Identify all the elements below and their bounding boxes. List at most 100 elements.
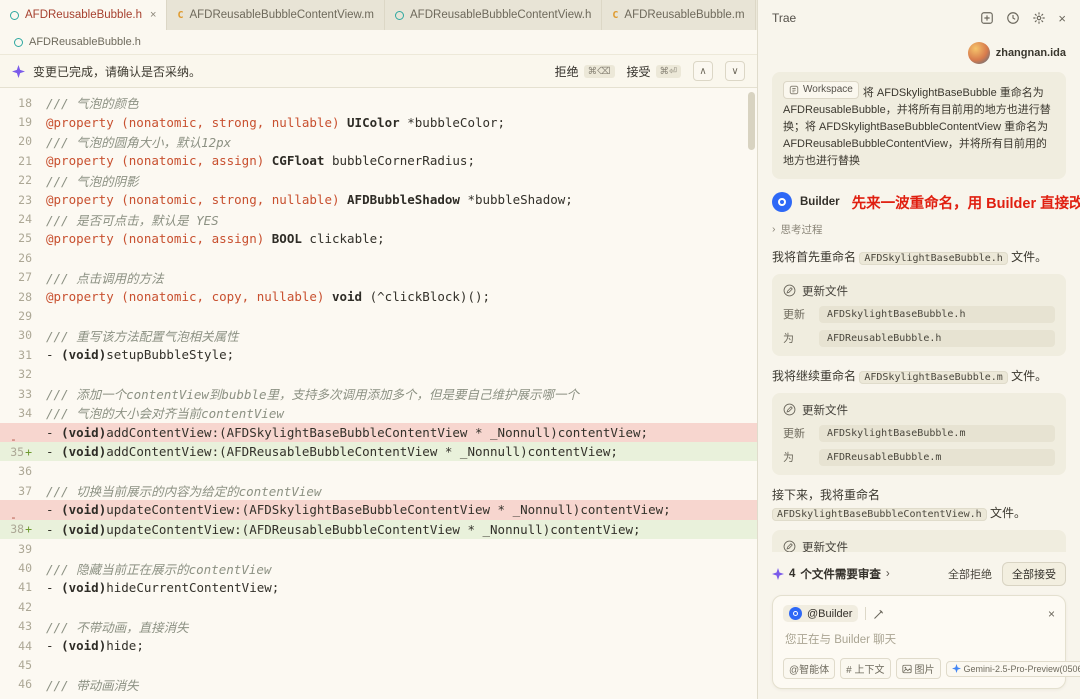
code-line: 36 <box>0 461 757 480</box>
code-text: /// 不带动画，直接消失 <box>46 619 189 635</box>
diffbar-actions: 拒绝 ⌘⌫ 接受 ⌘⏎ ∧ ∨ <box>555 61 745 81</box>
reject-label: 拒绝 <box>554 64 579 79</box>
edit-pencil-icon <box>783 404 796 416</box>
code-line: 21 @property (nonatomic, assign) CGFloat … <box>0 151 757 170</box>
line-number: 38+ <box>10 522 32 537</box>
model-selector[interactable]: Gemini-2.5-Pro-Preview(0506) <box>945 660 1080 677</box>
accept-button[interactable]: 接受 ⌘⏎ <box>627 63 681 80</box>
close-icon[interactable]: × <box>150 9 156 21</box>
code-text: /// 重写该方法配置气泡相关属性 <box>46 328 239 344</box>
reject-button[interactable]: 拒绝 ⌘⌫ <box>555 63 615 80</box>
agent-mention-chip[interactable]: @智能体 <box>783 658 836 679</box>
code-text: - (void)addContentView:(AFDReusableBubbl… <box>46 444 618 460</box>
new-chat-icon[interactable] <box>980 11 994 25</box>
tab-afdreusablebubble-h[interactable]: AFDReusableBubble.h × <box>0 0 168 30</box>
code-line: 31 - (void)setupBubbleStyle; <box>0 345 757 364</box>
assistant-identity-row: Builder 先来一波重命名，用 Builder 直接改 <box>772 192 1080 213</box>
close-icon[interactable]: × <box>1048 607 1055 621</box>
tab-afdreusablebubblecontentview-m[interactable]: C AFDReusableBubbleContentView.m <box>167 0 386 30</box>
breadcrumb-file: AFDReusableBubble.h <box>29 36 141 48</box>
image-chip[interactable]: 图片 <box>895 658 941 679</box>
code-line: 19 @property (nonatomic, strong, nullable… <box>0 112 757 131</box>
code-line: 26 <box>0 248 757 267</box>
update-row: 更新 AFDSkylightBaseBubble.m <box>783 424 1055 442</box>
chat-composer[interactable]: @Builder × 您正在与 Builder 聊天 @智能体 # 上下文 图片… <box>772 595 1080 689</box>
tab-label: AFDReusableBubbleContentView.m <box>189 9 375 21</box>
code-text: /// 气泡的圆角大小，默认12px <box>46 134 232 150</box>
update-card-title: 更新文件 <box>802 541 848 552</box>
objc-impl-file-icon: C <box>177 9 184 21</box>
code-line: 39 <box>0 539 757 558</box>
diff-review-bar: 变更已完成，请确认是否采纳。 拒绝 ⌘⌫ 接受 ⌘⏎ ∧ ∨ <box>0 54 757 88</box>
workspace-chip: Workspace <box>783 81 859 99</box>
chevron-right-icon: › <box>772 223 776 236</box>
next-change-button[interactable]: ∨ <box>725 61 745 81</box>
code-line: 46 /// 带动画消失 <box>0 675 757 694</box>
diff-added-marker: + <box>25 444 32 459</box>
code-text: - (void)hide; <box>46 638 144 654</box>
chat-input[interactable]: 您正在与 Builder 聊天 <box>785 631 1053 647</box>
workspace-icon <box>789 85 799 94</box>
line-number: 34 <box>18 405 32 420</box>
line-number: 30 <box>18 328 32 343</box>
editor-scrollbar[interactable] <box>748 92 755 150</box>
accept-shortcut: ⌘⏎ <box>655 64 681 78</box>
update-row: 为 AFDReusableBubble.m <box>783 448 1055 466</box>
code-lines: 18 /// 气泡的颜色 19 @property (nonatomic, stron… <box>0 93 757 694</box>
code-line: 37 /// 切换当前展示的内容为给定的contentView <box>0 481 757 500</box>
assistant-step-text: 我将首先重命名 AFDSkylightBaseBubble.h 文件。 <box>772 248 1066 266</box>
code-line: 34 /// 气泡的大小会对齐当前contentView <box>0 403 757 422</box>
assistant-name: Builder <box>800 196 840 209</box>
prompt-enhance-wand-icon[interactable] <box>873 608 885 620</box>
settings-gear-icon[interactable] <box>1032 11 1046 25</box>
chat-messages[interactable]: zhangnan.ida Workspace 将 AFDSkylightBase… <box>758 36 1080 552</box>
line-number: 39 <box>18 541 32 556</box>
line-number: 32 <box>18 367 32 382</box>
update-card-title: 更新文件 <box>802 285 848 298</box>
code-line: 40 /// 隐藏当前正在展示的contentView <box>0 558 757 577</box>
review-text: 个文件需要审查 <box>800 569 881 581</box>
update-card-header: 更新文件 <box>783 283 1055 299</box>
image-chip-label: 图片 <box>914 665 935 676</box>
context-chip[interactable]: # 上下文 <box>840 658 891 679</box>
line-number: 26 <box>18 250 32 265</box>
builder-avatar-icon <box>772 192 792 213</box>
code-line: 20 /// 气泡的圆角大小，默认12px <box>0 132 757 151</box>
chevron-right-icon: › <box>885 568 890 580</box>
update-card-header: 更新文件 <box>783 402 1055 418</box>
tab-afdreusablebubblecontentview-h[interactable]: AFDReusableBubbleContentView.h <box>385 0 603 30</box>
update-row-value: AFDSkylightBaseBubble.h <box>819 305 1055 323</box>
code-text: /// 气泡的颜色 <box>46 96 139 112</box>
files-review-row[interactable]: 4 个文件需要审查 › 全部拒绝 全部接受 <box>772 562 1066 586</box>
code-line: 25 @property (nonatomic, assign) BOOL cli… <box>0 229 757 248</box>
tab-afdreusablebubble-m[interactable]: C AFDReusableBubble.m <box>602 0 756 30</box>
reject-all-button[interactable]: 全部拒绝 <box>948 566 992 582</box>
code-line: 18 /// 气泡的颜色 <box>0 93 757 112</box>
code-text: - (void)updateContentView:(AFDSkylightBa… <box>46 502 671 518</box>
objc-impl-file-icon: C <box>612 9 619 21</box>
code-editor[interactable]: 18 /// 气泡的颜色 19 @property (nonatomic, stron… <box>0 88 757 699</box>
line-number: 43 <box>18 619 32 634</box>
code-line: 27 /// 点击调用的方法 <box>0 268 757 287</box>
code-line: 42 <box>0 597 757 616</box>
code-line: 28 @property (nonatomic, copy, nullable) … <box>0 287 757 306</box>
step-text-after: 文件。 <box>1007 368 1048 383</box>
close-panel-icon[interactable]: × <box>1058 11 1066 26</box>
code-line: -- (void)updateContentView:(AFDSkylightB… <box>0 500 757 524</box>
agent-chip[interactable]: @Builder <box>783 605 859 622</box>
line-number: 24 <box>18 212 32 227</box>
code-text: /// 切换当前展示的内容为给定的contentView <box>46 484 322 499</box>
accept-all-button[interactable]: 全部接受 <box>1002 562 1066 586</box>
thinking-process-toggle[interactable]: › 思考过程 <box>772 222 1066 237</box>
code-text: /// 添加一个contentView到bubble里，支持多次调用添加多个，但… <box>46 387 580 403</box>
code-text: @property (nonatomic, strong, nullable) … <box>46 192 573 208</box>
update-row-value: AFDReusableBubble.m <box>819 448 1055 466</box>
code-text: - (void)addContentView:(AFDSkylightBaseB… <box>46 424 649 440</box>
diff-added-marker: + <box>25 522 32 537</box>
line-number: 19 <box>18 115 32 130</box>
edit-pencil-icon <box>783 541 796 552</box>
previous-change-button[interactable]: ∧ <box>693 61 713 81</box>
history-icon[interactable] <box>1006 11 1020 25</box>
code-line: 23 @property (nonatomic, strong, nullable… <box>0 190 757 209</box>
breadcrumb[interactable]: AFDReusableBubble.h <box>0 30 757 54</box>
